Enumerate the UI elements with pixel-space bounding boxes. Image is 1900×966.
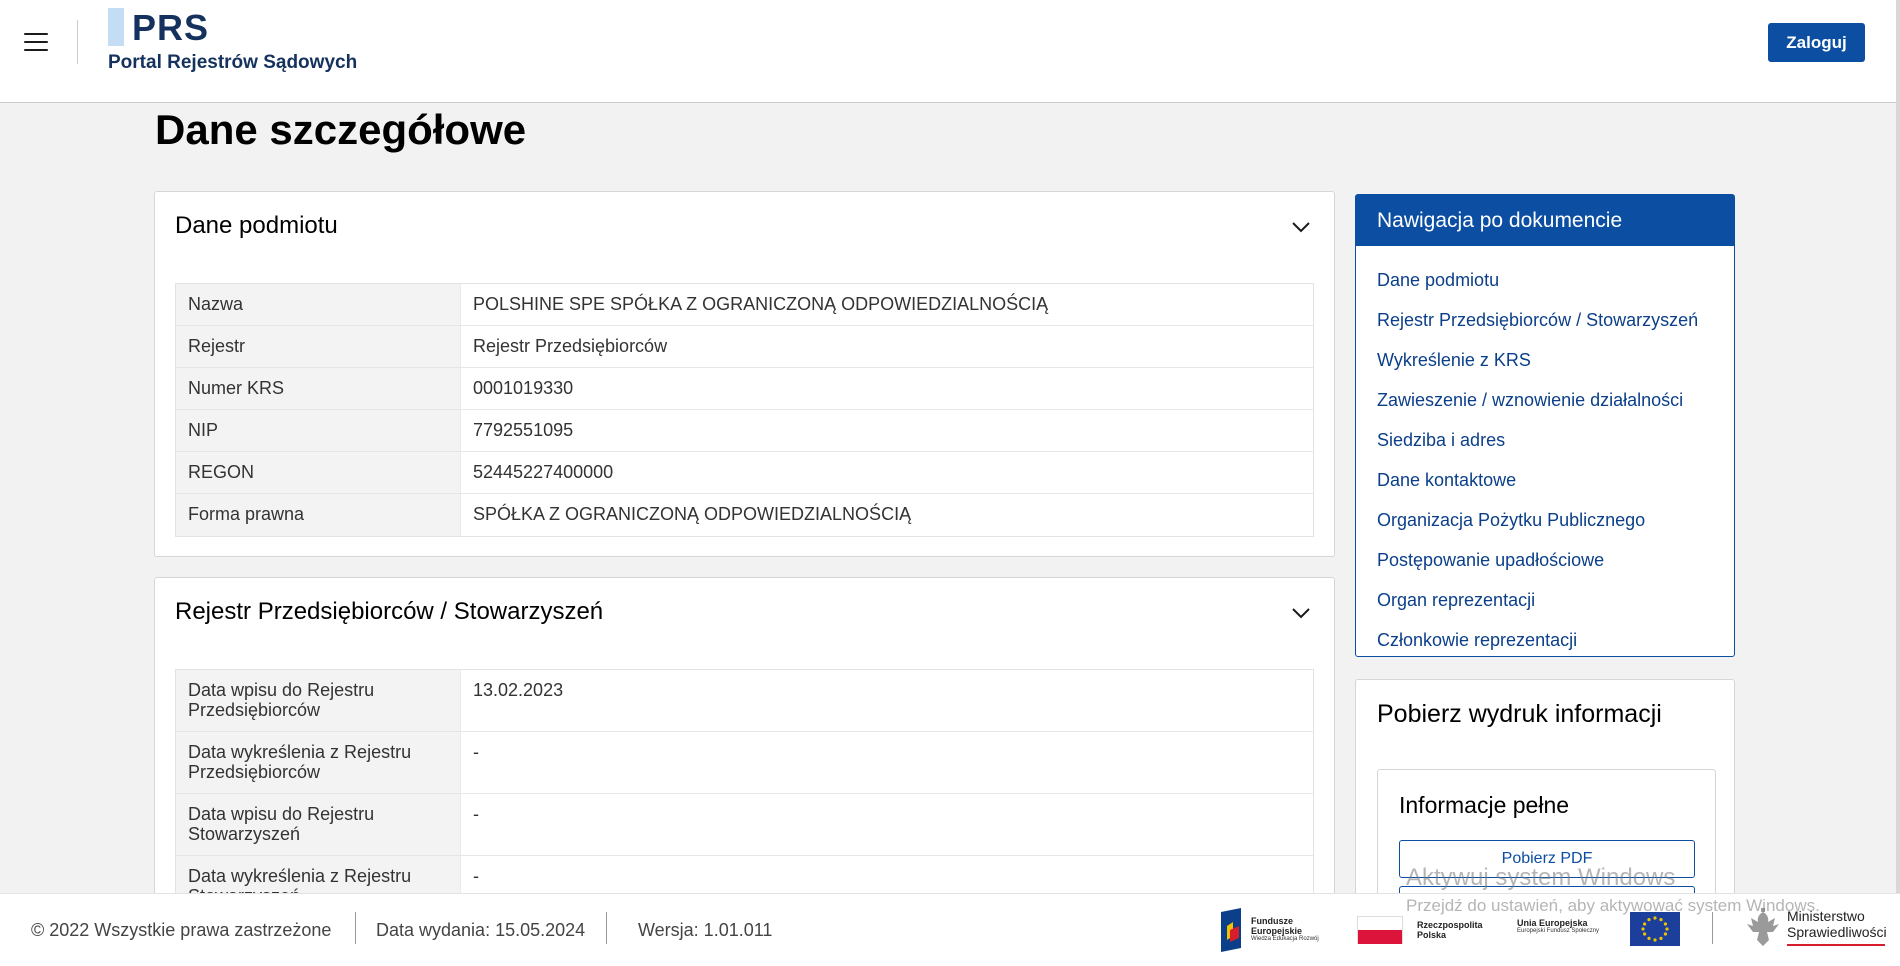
copyright-text: © 2022 Wszystkie prawa zastrzeżone — [31, 920, 332, 940]
fe-line2: Europejskie — [1251, 926, 1303, 936]
logo-title: PRS — [132, 7, 210, 48]
windows-activation-title: Aktywuj system Windows — [1406, 864, 1676, 891]
table-row: Rejestr Rejestr Przedsiębiorców — [176, 326, 1313, 368]
ms-underline — [1787, 944, 1885, 946]
ms-line2: Sprawiedliwości — [1787, 924, 1887, 940]
eu-flag-icon — [1630, 912, 1680, 946]
menu-icon[interactable] — [24, 33, 48, 51]
nav-link[interactable]: Dane podmiotu — [1356, 260, 1734, 300]
nav-title: Nawigacja po dokumencie — [1356, 195, 1734, 246]
site-header: PRS Portal Rejestrów Sądowych Zaloguj — [0, 0, 1900, 103]
row-value: 52445227400000 — [460, 452, 1313, 493]
row-label: Forma prawna — [176, 494, 460, 536]
table-row: Data wykreślenia z Rejestru Przedsiębior… — [176, 732, 1313, 794]
rp-line2: Polska — [1417, 930, 1447, 940]
logo-mark-icon — [108, 8, 124, 46]
section-dane-podmiotu: Dane podmiotu Nazwa POLSHINE SPE SPÓŁKA … — [154, 191, 1335, 557]
windows-activation-text: Przejdź do ustawień, aby aktywować syste… — [1406, 896, 1820, 915]
section-title: Rejestr Przedsiębiorców / Stowarzyszeń — [175, 598, 604, 625]
row-value: - — [460, 794, 1313, 855]
row-label: Nazwa — [176, 284, 460, 325]
nav-link[interactable]: Organizacja Pożytku Publicznego — [1356, 500, 1734, 540]
release-date: Data wydania: 15.05.2024 — [376, 920, 586, 940]
fe-line3: Wiedza Edukacja Rozwój — [1251, 936, 1319, 942]
row-label: Data wpisu do Rejestru Stowarzyszeń — [176, 794, 460, 855]
logo-subtitle: Portal Rejestrów Sądowych — [108, 52, 358, 73]
row-value: 7792551095 — [460, 410, 1313, 451]
row-value: POLSHINE SPE SPÓŁKA Z OGRANICZONĄ ODPOWI… — [460, 284, 1313, 325]
chevron-down-icon[interactable] — [1290, 602, 1312, 624]
row-value: SPÓŁKA Z OGRANICZONĄ ODPOWIEDZIALNOŚCIĄ — [460, 494, 1313, 536]
section-rejestr: Rejestr Przedsiębiorców / Stowarzyszeń D… — [154, 577, 1335, 919]
nav-link[interactable]: Członkowie reprezentacji — [1356, 620, 1734, 660]
nav-link[interactable]: Rejestr Przedsiębiorców / Stowarzyszeń — [1356, 300, 1734, 340]
nav-link[interactable]: Organ reprezentacji — [1356, 580, 1734, 620]
row-label: Data wpisu do Rejestru Przedsiębiorców — [176, 670, 460, 731]
scrollbar[interactable] — [1896, 0, 1900, 966]
ue-line1: Unia Europejska — [1517, 918, 1588, 928]
row-value: Rejestr Przedsiębiorców — [460, 326, 1313, 367]
nav-link[interactable]: Dane kontaktowe — [1356, 460, 1734, 500]
details-table: Nazwa POLSHINE SPE SPÓŁKA Z OGRANICZONĄ … — [175, 283, 1314, 537]
nav-link[interactable]: Wykreślenie z KRS — [1356, 340, 1734, 380]
row-value: 13.02.2023 — [460, 670, 1313, 731]
footer-divider — [355, 912, 356, 944]
details-table: Data wpisu do Rejestru Przedsiębiorców 1… — [175, 669, 1314, 919]
document-navigation: Nawigacja po dokumencie Dane podmiotu Re… — [1355, 194, 1735, 657]
header-divider — [77, 20, 78, 64]
fe-line1: Fundusze — [1251, 916, 1293, 926]
table-row: REGON 52445227400000 — [176, 452, 1313, 494]
row-label: REGON — [176, 452, 460, 493]
nav-link[interactable]: Siedziba i adres — [1356, 420, 1734, 460]
chevron-down-icon[interactable] — [1290, 216, 1312, 238]
footer-divider — [606, 912, 607, 944]
table-row: Numer KRS 0001019330 — [176, 368, 1313, 410]
rp-line1: Rzeczpospolita — [1417, 920, 1483, 930]
row-label: Numer KRS — [176, 368, 460, 409]
section-title: Dane podmiotu — [175, 212, 338, 239]
table-row: Data wpisu do Rejestru Stowarzyszeń - — [176, 794, 1313, 856]
row-label: NIP — [176, 410, 460, 451]
fundusze-europejskie-logo: Fundusze Europejskie Wiedza Edukacja Roz… — [1217, 908, 1357, 952]
table-row: NIP 7792551095 — [176, 410, 1313, 452]
table-row: Data wpisu do Rejestru Przedsiębiorców 1… — [176, 670, 1313, 732]
nav-link[interactable]: Postępowanie upadłościowe — [1356, 540, 1734, 580]
full-info-title: Informacje pełne — [1399, 792, 1570, 818]
footer-divider — [1712, 912, 1713, 944]
print-title: Pobierz wydruk informacji — [1377, 700, 1662, 728]
row-label: Data wykreślenia z Rejestru Przedsiębior… — [176, 732, 460, 793]
page-title: Dane szczegółowe — [155, 106, 527, 153]
version-text: Wersja: 1.01.011 — [638, 920, 773, 940]
row-label: Rejestr — [176, 326, 460, 367]
login-button[interactable]: Zaloguj — [1768, 23, 1865, 62]
ue-line2: Europejski Fundusz Społeczny — [1517, 928, 1600, 934]
prs-logo[interactable]: PRS Portal Rejestrów Sądowych — [108, 8, 357, 73]
nav-list: Dane podmiotu Rejestr Przedsiębiorców / … — [1356, 246, 1734, 660]
row-value: - — [460, 732, 1313, 793]
row-value: 0001019330 — [460, 368, 1313, 409]
table-row: Forma prawna SPÓŁKA Z OGRANICZONĄ ODPOWI… — [176, 494, 1313, 536]
nav-link[interactable]: Zawieszenie / wznowienie działalności — [1356, 380, 1734, 420]
table-row: Nazwa POLSHINE SPE SPÓŁKA Z OGRANICZONĄ … — [176, 284, 1313, 326]
